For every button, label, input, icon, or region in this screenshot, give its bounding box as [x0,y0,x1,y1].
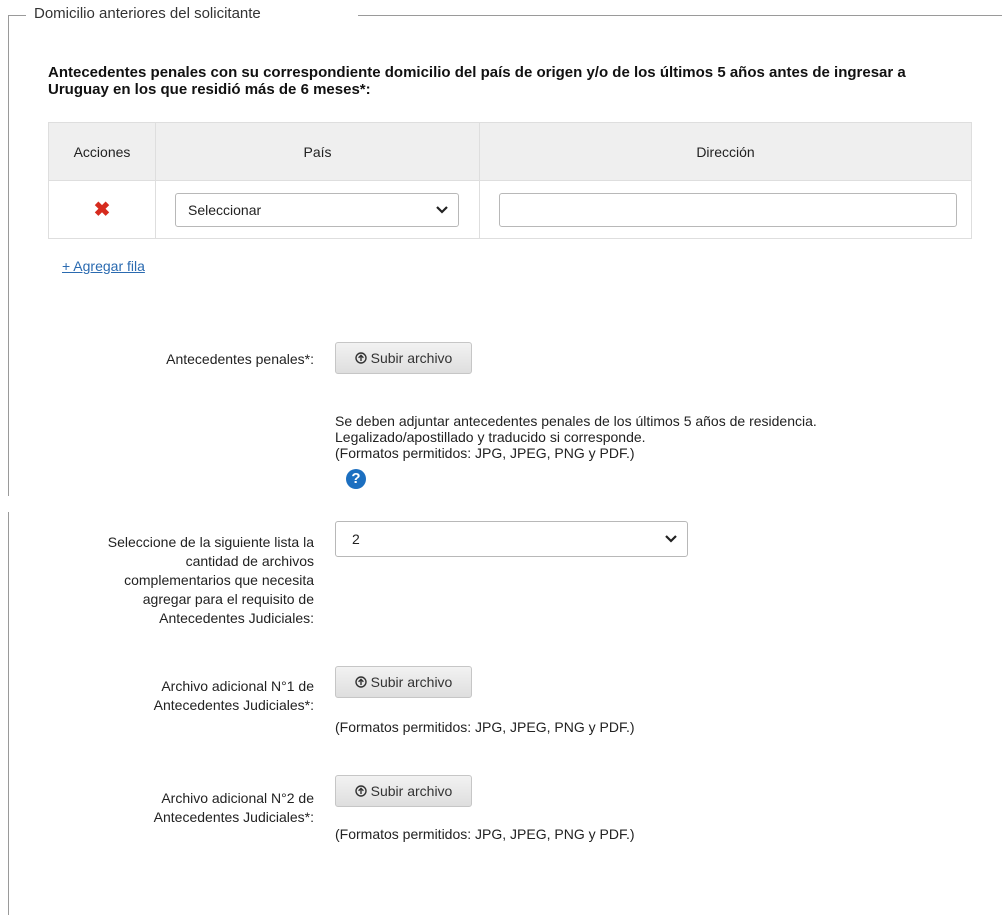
fieldset-top-border-right [358,15,1002,16]
upload-circle-icon [354,344,367,374]
fieldset-left-border-lower [8,512,9,915]
column-header-address: Dirección [479,122,972,181]
help-line: (Formatos permitidos: JPG, JPEG, PNG y P… [335,445,635,461]
upload-button-label: Subir archivo [370,350,453,366]
addresses-table: Acciones País Dirección ✖ Seleccionar [48,122,972,239]
upload-button-label: Subir archivo [370,783,453,799]
additional-file-2-label: Archivo adicional N°2 de Antecedentes Ju… [154,789,314,827]
table-row: ✖ Seleccionar [48,180,972,239]
fieldset-top-border-left [8,15,26,16]
label-line: Antecedentes Judiciales*: [153,809,314,825]
question-circle-icon[interactable]: ? [346,469,366,489]
upload-circle-icon [354,777,367,807]
label-line: agregar para el requisito de [142,591,314,607]
label-line: Antecedentes Judiciales: [159,610,314,626]
form-page: Domicilio anteriores del solicitante Ant… [0,0,1002,915]
label-line: Antecedentes Judiciales*: [153,697,314,713]
label-line: Seleccione de la siguiente lista la [107,534,314,550]
criminal-record-help: Se deben adjuntar antecedentes penales d… [335,413,817,461]
country-select-value: Seleccionar [188,201,262,218]
country-select[interactable]: Seleccionar [175,192,459,227]
add-row-link[interactable]: + Agregar fila [62,258,145,274]
chevron-down-icon [665,522,677,543]
label-line: complementarios que necesita [124,572,314,588]
column-header-actions: Acciones [48,122,156,181]
table-header-row: Acciones País Dirección [48,122,972,181]
section-heading: Antecedentes penales con su correspondie… [48,64,906,98]
additional-files-quantity-select[interactable]: 2 [335,521,688,557]
additional-file-1-formats: (Formatos permitidos: JPG, JPEG, PNG y P… [335,719,635,735]
fieldset-legend: Domicilio anteriores del solicitante [26,5,269,22]
additional-file-2-upload-button[interactable]: Subir archivo [335,775,472,807]
additional-file-2-formats: (Formatos permitidos: JPG, JPEG, PNG y P… [335,826,635,842]
column-header-country: País [155,122,480,181]
additional-file-1-upload-button[interactable]: Subir archivo [335,666,472,698]
address-cell [479,180,972,239]
help-line: Legalizado/apostillado y traducido si co… [335,429,646,445]
label-line: Archivo adicional N°2 de [161,790,314,806]
country-cell: Seleccionar [155,180,480,239]
fieldset-left-border [8,15,9,496]
chevron-down-icon [436,194,448,214]
upload-circle-icon [354,668,367,698]
label-line: cantidad de archivos [185,553,314,569]
upload-button-label: Subir archivo [370,674,453,690]
additional-file-1-label: Archivo adicional N°1 de Antecedentes Ju… [154,677,314,715]
actions-cell: ✖ [48,180,156,239]
criminal-record-label: Antecedentes penales*: [166,351,314,367]
quantity-label: Seleccione de la siguiente lista la cant… [108,533,314,628]
help-line: Se deben adjuntar antecedentes penales d… [335,413,817,429]
quantity-select-value: 2 [352,531,360,547]
label-line: Archivo adicional N°1 de [161,678,314,694]
delete-row-icon[interactable]: ✖ [94,199,111,221]
criminal-record-upload-button[interactable]: Subir archivo [335,342,472,374]
address-input[interactable] [499,192,957,227]
